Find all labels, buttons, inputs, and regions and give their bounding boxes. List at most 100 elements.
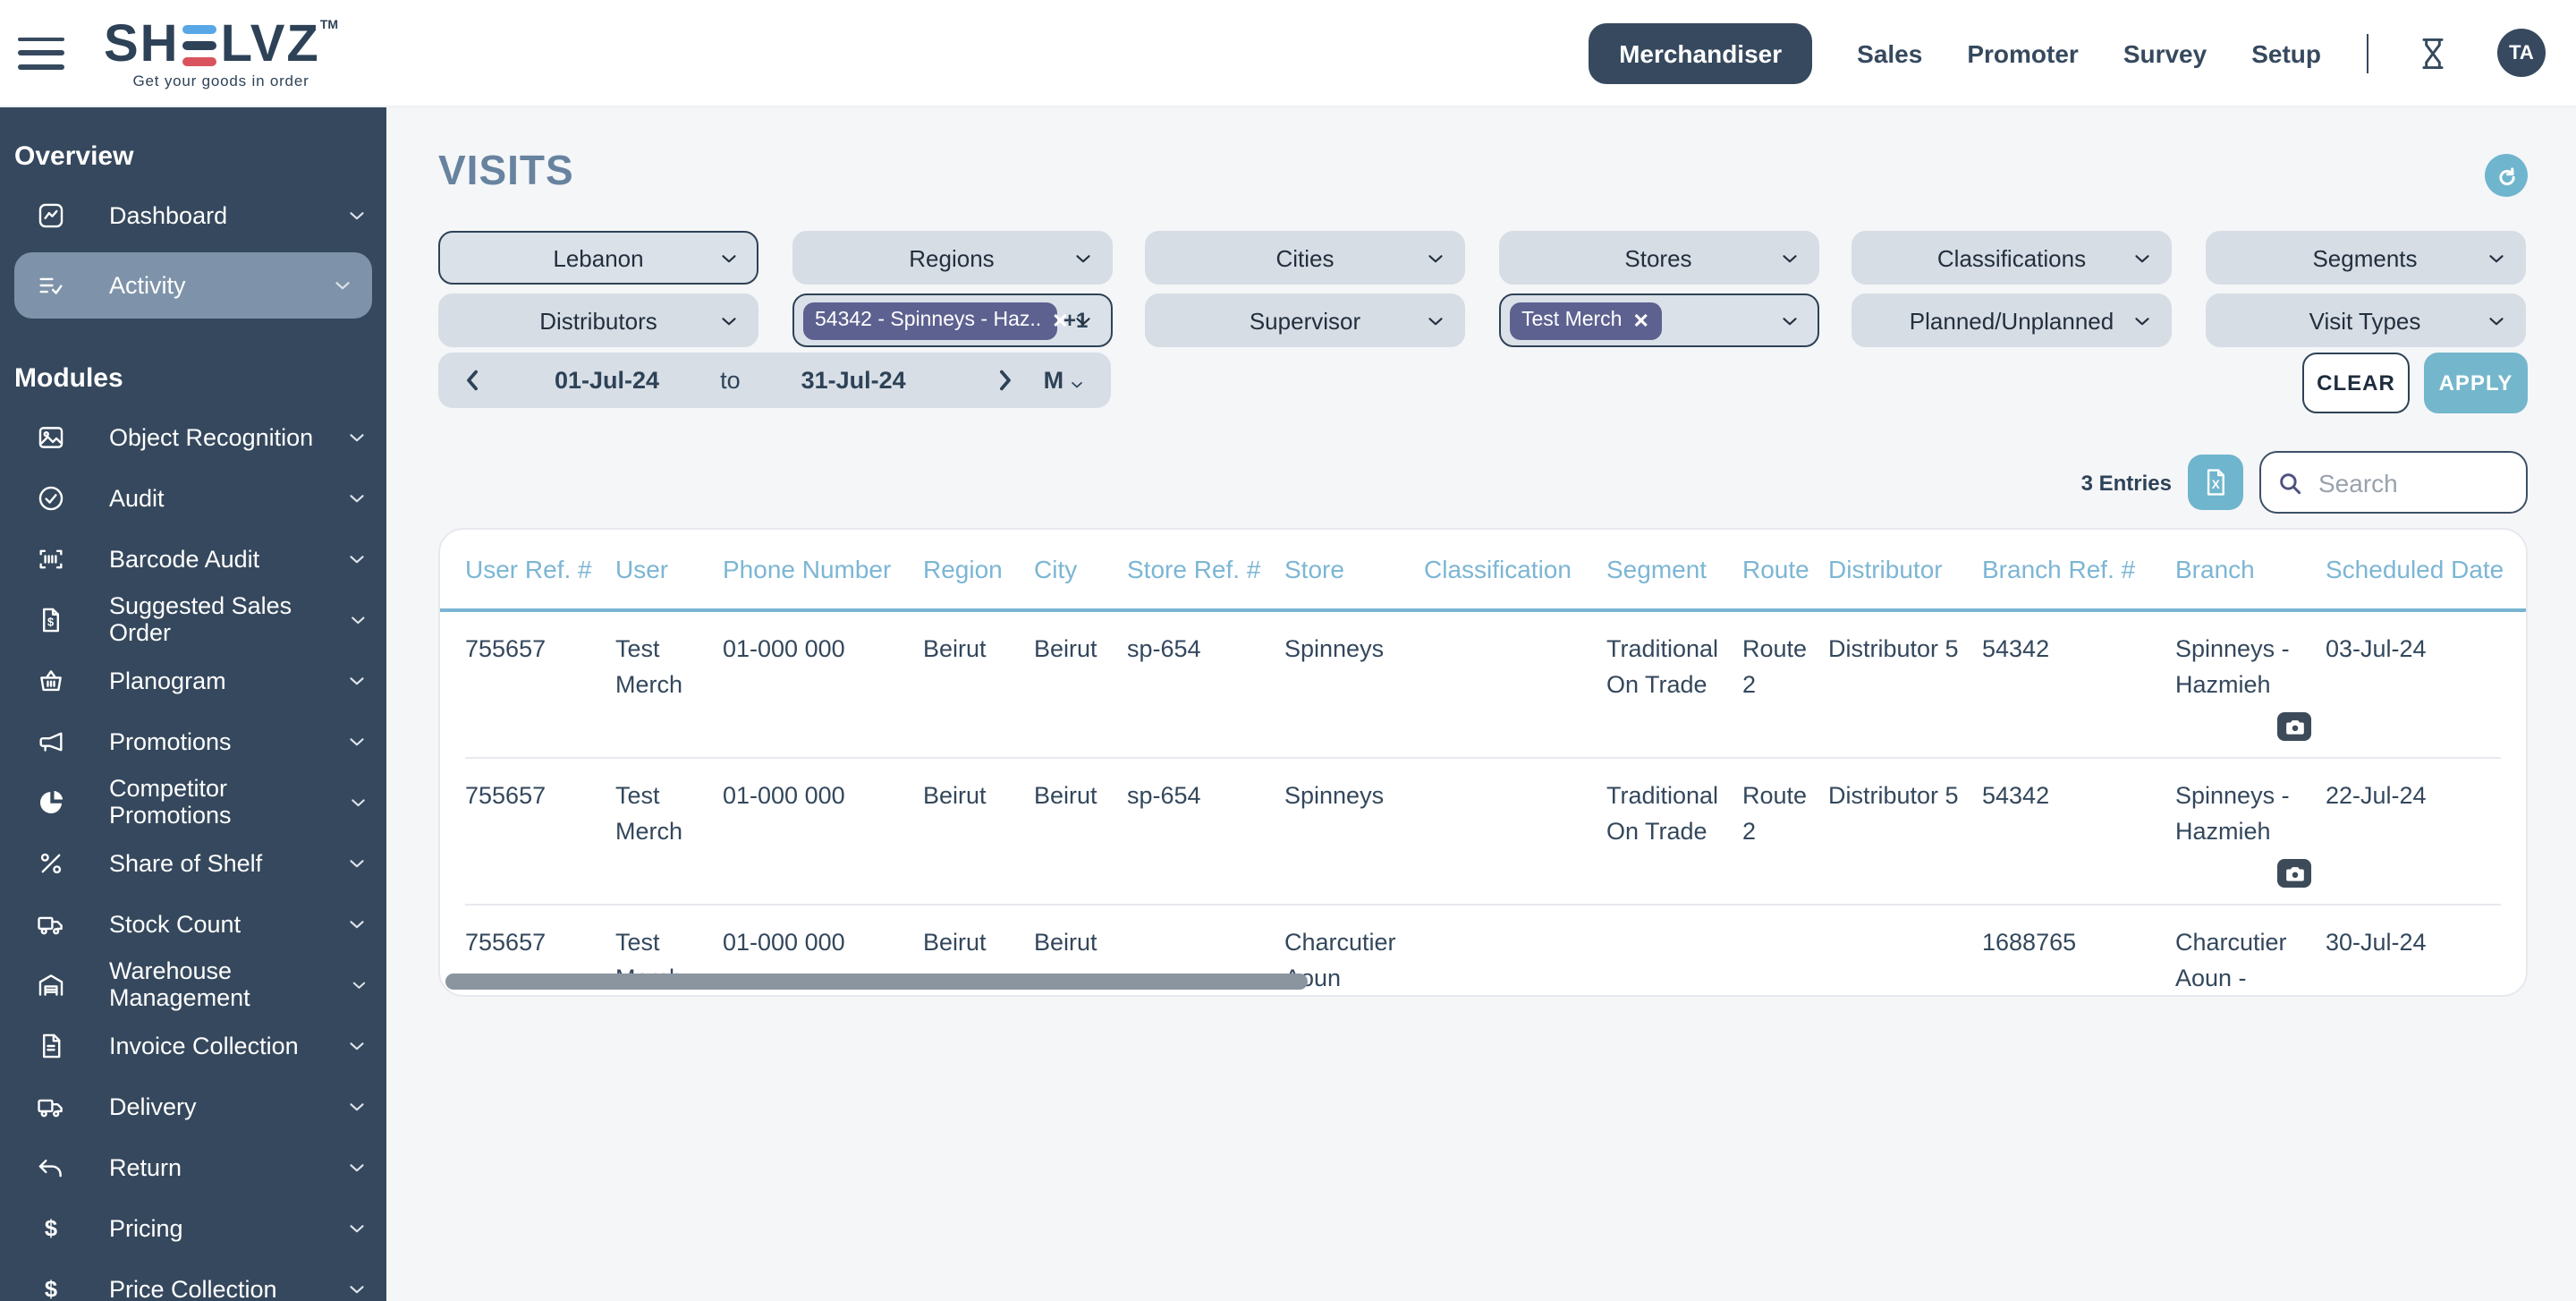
nav-item-merchandiser[interactable]: Merchandiser — [1589, 22, 1812, 83]
sidebar-item-label: Warehouse Management — [109, 957, 348, 1011]
nav-item-promoter[interactable]: Promoter — [1967, 38, 2078, 67]
chevron-down-icon — [1777, 309, 1801, 332]
nav-item-survey[interactable]: Survey — [2123, 38, 2207, 67]
cell-distributor: Distributor 5 — [1828, 632, 1982, 741]
sidebar-item-warehouse-management[interactable]: Warehouse Management — [0, 954, 386, 1015]
filter-dropdown-supervisor[interactable]: Supervisor — [1145, 293, 1465, 347]
sidebar-item-pricing[interactable]: $Pricing — [0, 1197, 386, 1258]
cell-store-ref-: sp-654 — [1127, 778, 1284, 888]
sidebar-item-promotions[interactable]: Promotions — [0, 710, 386, 771]
clear-button[interactable]: CLEAR — [2302, 353, 2410, 413]
chevron-down-icon — [331, 274, 354, 297]
dropdown-label: Distributors — [539, 307, 657, 334]
filter-dropdown-merchandiser-selected[interactable]: Test Merch✕ — [1498, 293, 1818, 347]
cell-region: Beirut — [923, 632, 1034, 741]
filter-dropdown-stores[interactable]: Stores — [1498, 231, 1818, 285]
visits-table-card: User Ref. #UserPhone NumberRegionCitySto… — [438, 528, 2528, 997]
filter-dropdown-regions[interactable]: Regions — [792, 231, 1112, 285]
nav-divider — [2366, 33, 2368, 72]
sidebar-item-invoice-collection[interactable]: Invoice Collection — [0, 1015, 386, 1076]
prev-period-icon[interactable] — [460, 367, 487, 394]
sidebar-item-label: Audit — [109, 484, 165, 511]
sidebar-item-barcode-audit[interactable]: Barcode Audit — [0, 528, 386, 589]
sidebar-item-delivery[interactable]: Delivery — [0, 1076, 386, 1136]
sidebar-item-dashboard[interactable]: Dashboard — [0, 184, 386, 245]
chevron-down-icon — [345, 486, 369, 509]
chevron-down-icon — [345, 729, 369, 753]
chevron-down-icon — [1424, 309, 1447, 332]
filter-dropdown-classifications[interactable]: Classifications — [1852, 231, 2172, 285]
column-header-route: Route — [1742, 555, 1828, 583]
sidebar: OverviewDashboardActivityModulesObject R… — [0, 107, 386, 1301]
apply-button[interactable]: APPLY — [2424, 353, 2528, 413]
filter-dropdown-visit-types[interactable]: Visit Types — [2205, 293, 2525, 347]
filter-dropdown-segments[interactable]: Segments — [2205, 231, 2525, 285]
sidebar-item-planogram[interactable]: Planogram — [0, 650, 386, 710]
sidebar-item-suggested-sales-order[interactable]: $Suggested Sales Order — [0, 589, 386, 650]
cell-user-ref-: 755657 — [465, 778, 615, 888]
search-input[interactable] — [2315, 466, 2512, 498]
sidebar-item-object-recognition[interactable]: Object Recognition — [0, 406, 386, 467]
dashboard-icon — [36, 200, 66, 230]
sidebar-item-activity[interactable]: Activity — [14, 252, 372, 319]
dropdown-label: Segments — [2312, 244, 2417, 271]
chevron-down-icon — [1067, 371, 1085, 389]
nav-item-setup[interactable]: Setup — [2251, 38, 2321, 67]
filter-dropdown-cities[interactable]: Cities — [1145, 231, 1465, 285]
date-to[interactable]: 31-Jul-24 — [801, 367, 906, 394]
sidebar-item-competitor-promotions[interactable]: Competitor Promotions — [0, 771, 386, 832]
hourglass-icon[interactable] — [2413, 33, 2453, 72]
table-row[interactable]: 755657Test Merch01-000 000BeirutBeirutsp… — [465, 612, 2501, 759]
chevron-down-icon — [345, 1216, 369, 1239]
chevron-down-icon — [345, 912, 369, 935]
chevron-down-icon — [717, 246, 741, 269]
filter-dropdown-stores-selected[interactable]: 54342 - Spinneys - Haz..✕+1 — [792, 293, 1112, 347]
sidebar-item-audit[interactable]: Audit — [0, 467, 386, 528]
sidebar-item-stock-count[interactable]: Stock Count — [0, 893, 386, 954]
filter-dropdown-lebanon[interactable]: Lebanon — [438, 231, 758, 285]
cell-store: Spinneys — [1284, 632, 1424, 741]
filter-dropdown-planned-unplanned[interactable]: Planned/Unplanned — [1852, 293, 2172, 347]
sidebar-item-label: Barcode Audit — [109, 545, 259, 572]
next-period-icon[interactable] — [992, 367, 1019, 394]
column-header-user-ref-: User Ref. # — [465, 555, 615, 583]
chevron-down-icon — [345, 1094, 369, 1118]
cell-distributor: Distributor 5 — [1828, 778, 1982, 888]
dropdown-label: Supervisor — [1250, 307, 1360, 334]
date-from[interactable]: 01-Jul-24 — [555, 367, 659, 394]
photo-camera-icon[interactable] — [2277, 859, 2311, 888]
entries-count: 3 Entries — [2081, 470, 2172, 495]
chevron-down-icon — [345, 203, 369, 226]
sidebar-item-share-of-shelf[interactable]: Share of Shelf — [0, 832, 386, 893]
main-content: VISITS LebanonRegionsCitiesStoresClassif… — [386, 107, 2576, 1301]
svg-text:$: $ — [45, 1277, 57, 1301]
sidebar-item-label: Share of Shelf — [109, 849, 262, 876]
export-excel-button[interactable]: X — [2188, 455, 2243, 510]
cell-phone-number: 01-000 000 — [723, 778, 923, 888]
menu-icon[interactable] — [18, 37, 64, 69]
truck-icon — [36, 1091, 66, 1121]
photo-camera-icon[interactable] — [2277, 712, 2311, 741]
sidebar-item-return[interactable]: Return — [0, 1136, 386, 1197]
refresh-button[interactable] — [2485, 154, 2528, 197]
column-header-region: Region — [923, 555, 1034, 583]
cell-store: Spinneys — [1284, 778, 1424, 888]
horizontal-scrollbar-thumb[interactable] — [445, 974, 1308, 990]
search-box — [2259, 451, 2528, 514]
column-header-segment: Segment — [1606, 555, 1742, 583]
chevron-down-icon — [345, 851, 369, 874]
cell-branch-ref-: 54342 — [1982, 778, 2175, 888]
filter-chip: Test Merch✕ — [1509, 302, 1662, 339]
filter-dropdown-distributors[interactable]: Distributors — [438, 293, 758, 347]
sidebar-item-price-collection[interactable]: $Price Collection — [0, 1258, 386, 1301]
column-header-store-ref-: Store Ref. # — [1127, 555, 1284, 583]
table-row[interactable]: 755657Test Merch01-000 000BeirutBeirutsp… — [465, 759, 2501, 906]
remove-chip-icon[interactable]: ✕ — [1633, 309, 1649, 332]
avatar[interactable]: TA — [2497, 29, 2546, 77]
chevron-down-icon — [2484, 246, 2507, 269]
check-circle-icon — [36, 482, 66, 513]
chevron-down-icon — [345, 1277, 369, 1300]
period-mode-dropdown[interactable]: M — [1044, 367, 1086, 394]
basket-icon — [36, 665, 66, 695]
nav-item-sales[interactable]: Sales — [1857, 38, 1922, 67]
